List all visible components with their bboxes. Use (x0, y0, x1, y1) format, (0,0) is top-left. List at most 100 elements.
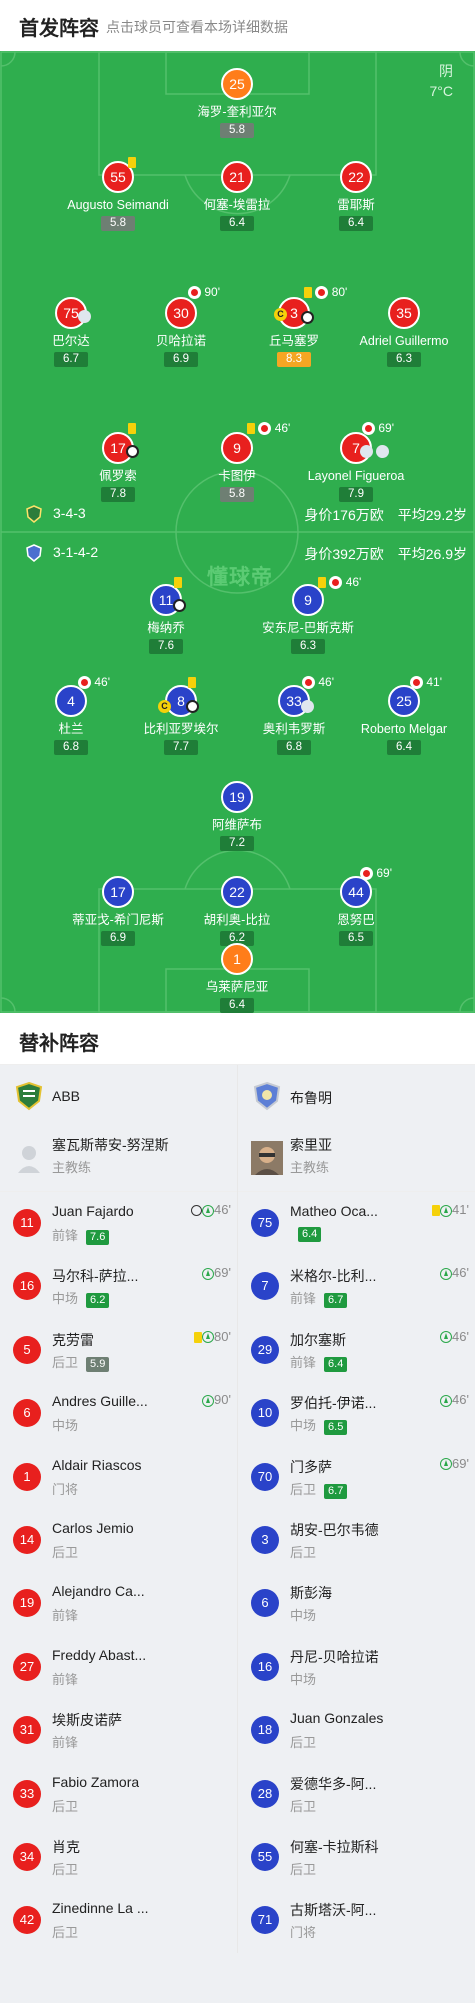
home-team-crest-icon (15, 1081, 43, 1111)
player-rating: 6.3 (291, 639, 325, 654)
sub-player-row[interactable]: 71 古斯塔沃-阿... 门将 (238, 1889, 475, 1952)
sub-in-icon (440, 1458, 453, 1471)
player-number-badge: 4 (55, 685, 87, 717)
player-number-badge: 1 (221, 943, 253, 975)
away-team-row[interactable]: 布鲁明 (238, 1065, 475, 1127)
sub-player-row[interactable]: 55 何塞-卡拉斯科 后卫 (238, 1826, 475, 1889)
sub-number-badge: 34 (13, 1842, 41, 1871)
player-rating: 6.9 (164, 352, 198, 367)
sub-player-name: 埃斯皮诺萨 (52, 1712, 122, 1729)
sub-number-badge: 55 (251, 1842, 279, 1871)
away-coach-row[interactable]: 索里亚 主教练 (238, 1127, 475, 1192)
sub-player-row[interactable]: 19 Alejandro Ca... 前锋 (0, 1572, 237, 1635)
sub-player-row[interactable]: 3 胡安-巴尔韦德 后卫 (238, 1509, 475, 1572)
captain-badge-8: C (158, 699, 171, 714)
pitch-player[interactable]: 1 乌莱萨尼亚 6.4 (152, 943, 322, 1013)
pitch-player[interactable]: 22 雷耶斯 6.4 (271, 161, 441, 231)
sub-player-row[interactable]: 1 Aldair Riascos 门将 (0, 1446, 237, 1509)
player-rating: 5.8 (101, 216, 135, 231)
player-name: 阿维萨布 (211, 818, 262, 832)
sub-player-position: 前锋 (52, 1735, 79, 1751)
injury-icon (78, 309, 91, 324)
sub-event-44: 69' (360, 866, 392, 881)
sub-number-badge: 18 (251, 1716, 279, 1745)
sub-player-row[interactable]: 27 Freddy Abast... 前锋 (0, 1636, 237, 1699)
sub-player-row[interactable]: 11 Juan Fajardo 前锋 7.6 46' (0, 1192, 237, 1255)
sub-player-row[interactable]: 31 埃斯皮诺萨 前锋 (0, 1699, 237, 1762)
player-rating: 6.4 (220, 216, 254, 231)
sub-player-row[interactable]: 10 罗伯托-伊诺... 中场 6.5 46' (238, 1382, 475, 1445)
sub-player-name: 爱德华多-阿... (290, 1775, 377, 1792)
subs-header: 替补阵容 (0, 1013, 475, 1065)
captain-badge-3: C (274, 307, 287, 322)
sub-player-name: Andres Guille... (52, 1393, 148, 1410)
home-coach-name: 塞瓦斯蒂安-努涅斯 (52, 1137, 169, 1153)
sub-player-row[interactable]: 16 马尔科-萨拉... 中场 6.2 69' (0, 1255, 237, 1318)
away-team-stats: 身价392万欧 平均26.9岁 (290, 544, 467, 564)
sub-player-row[interactable]: 5 克劳雷 后卫 5.9 80' (0, 1319, 237, 1382)
sub-player-name: 门多萨 (290, 1458, 332, 1475)
sub-in-icon (202, 1267, 215, 1280)
home-age: 平均29.2岁 (397, 507, 467, 523)
sub-player-position: 后卫 (290, 1735, 317, 1751)
home-team-stats: 身价176万欧 平均29.2岁 (290, 505, 467, 525)
pitch-player[interactable]: 19 阿维萨布 7.2 (152, 781, 322, 851)
pitch-player[interactable]: 7 Layonel Figueroa 7.9 (271, 432, 441, 502)
pitch-player[interactable]: 25 Roberto Melgar 6.4 (319, 685, 475, 755)
sub-player-name: Fabio Zamora (52, 1773, 140, 1790)
pitch-player[interactable]: 25 海罗-奎利亚尔 5.8 (152, 68, 322, 138)
sub-player-row[interactable]: 29 加尔塞斯 前锋 6.4 46' (238, 1319, 475, 1382)
player-name: 恩努巴 (337, 913, 375, 927)
yellow-card-icon (128, 155, 136, 169)
sub-player-row[interactable]: 70 门多萨 后卫 6.7 69' (238, 1446, 475, 1509)
sub-player-row[interactable]: 16 丹尼-贝哈拉诺 中场 (238, 1636, 475, 1699)
sub-player-name: 加尔塞斯 (290, 1331, 346, 1348)
sub-player-row[interactable]: 18 Juan Gonzales 后卫 (238, 1699, 475, 1762)
sub-player-row[interactable]: 42 Zinedinne La ... 后卫 (0, 1889, 237, 1952)
sub-player-name: Zinedinne La ... (52, 1900, 149, 1917)
player-number-badge: 17 (102, 876, 134, 908)
home-subs-column: ABB 塞瓦斯蒂安-努涅斯 主教练 11 Juan Fajardo 前锋 7.6 46'… (0, 1065, 237, 1953)
player-rating: 7.2 (220, 836, 254, 851)
sub-in-icon (440, 1267, 453, 1280)
away-team-crest-icon (253, 1081, 281, 1111)
home-team-row[interactable]: ABB (0, 1065, 237, 1127)
sub-number-badge: 29 (251, 1335, 279, 1364)
sub-player-position: 前锋 6.7 (290, 1288, 348, 1309)
sub-player-row[interactable]: 6 Andres Guille... 中场 90' (0, 1382, 237, 1445)
sub-in-time: 90' (202, 1392, 231, 1407)
sub-player-rating: 6.7 (324, 1483, 348, 1499)
sub-player-row[interactable]: 6 斯彭海 中场 (238, 1572, 475, 1635)
away-subs-column: 布鲁明 索里亚 主教练 75 Matheo Oca... 6.4 41' 7 米格尔-比利… (238, 1065, 475, 1953)
player-number-badge: 22 (221, 876, 253, 908)
pitch-player[interactable]: 9 安东尼-巴斯克斯 6.3 (223, 584, 393, 654)
sub-number-badge: 75 (251, 1209, 279, 1237)
sub-number-badge: 28 (251, 1779, 279, 1808)
goal-ball-icon (301, 310, 314, 325)
sub-player-position: 前锋 7.6 (52, 1225, 110, 1245)
sub-player-row[interactable]: 7 米格尔-比利... 前锋 6.7 46' (238, 1255, 475, 1318)
sub-number-badge: 11 (13, 1209, 41, 1237)
player-rating: 5.8 (220, 487, 254, 502)
sub-player-row[interactable]: 75 Matheo Oca... 6.4 41' (238, 1192, 475, 1255)
pitch-player[interactable]: 44 恩努巴 6.5 (271, 876, 441, 946)
sub-player-row[interactable]: 28 爱德华多-阿... 后卫 (238, 1763, 475, 1826)
home-coach-role: 主教练 (52, 1160, 92, 1175)
sub-player-row[interactable]: 34 肖克 后卫 (0, 1826, 237, 1889)
sub-player-row[interactable]: 33 Fabio Zamora 后卫 (0, 1763, 237, 1826)
substitution-icon (329, 576, 343, 590)
player-rating: 7.8 (101, 487, 135, 502)
home-coach-row[interactable]: 塞瓦斯蒂安-努涅斯 主教练 (0, 1127, 237, 1192)
player-rating: 6.9 (101, 931, 135, 946)
sub-player-name: Juan Fajardo (52, 1203, 134, 1219)
sub-player-position: 前锋 (52, 1671, 79, 1687)
player-number-badge: 25 (221, 68, 253, 100)
pitch: 懂球帝 阴 7°C 3-4-3 身价176万欧 平均29.2岁 3-1-4-2 身… (0, 51, 475, 1013)
player-rating: 8.3 (277, 352, 311, 367)
sub-player-name: Aldair Riascos (52, 1456, 142, 1473)
sub-player-position: 前锋 (52, 1608, 79, 1624)
pitch-player[interactable]: 35 Adriel Guillermo 6.3 (319, 297, 475, 367)
sub-player-position: 前锋 6.4 (290, 1352, 348, 1372)
yellow-card-icon (304, 287, 312, 299)
sub-player-row[interactable]: 14 Carlos Jemio 后卫 (0, 1509, 237, 1572)
